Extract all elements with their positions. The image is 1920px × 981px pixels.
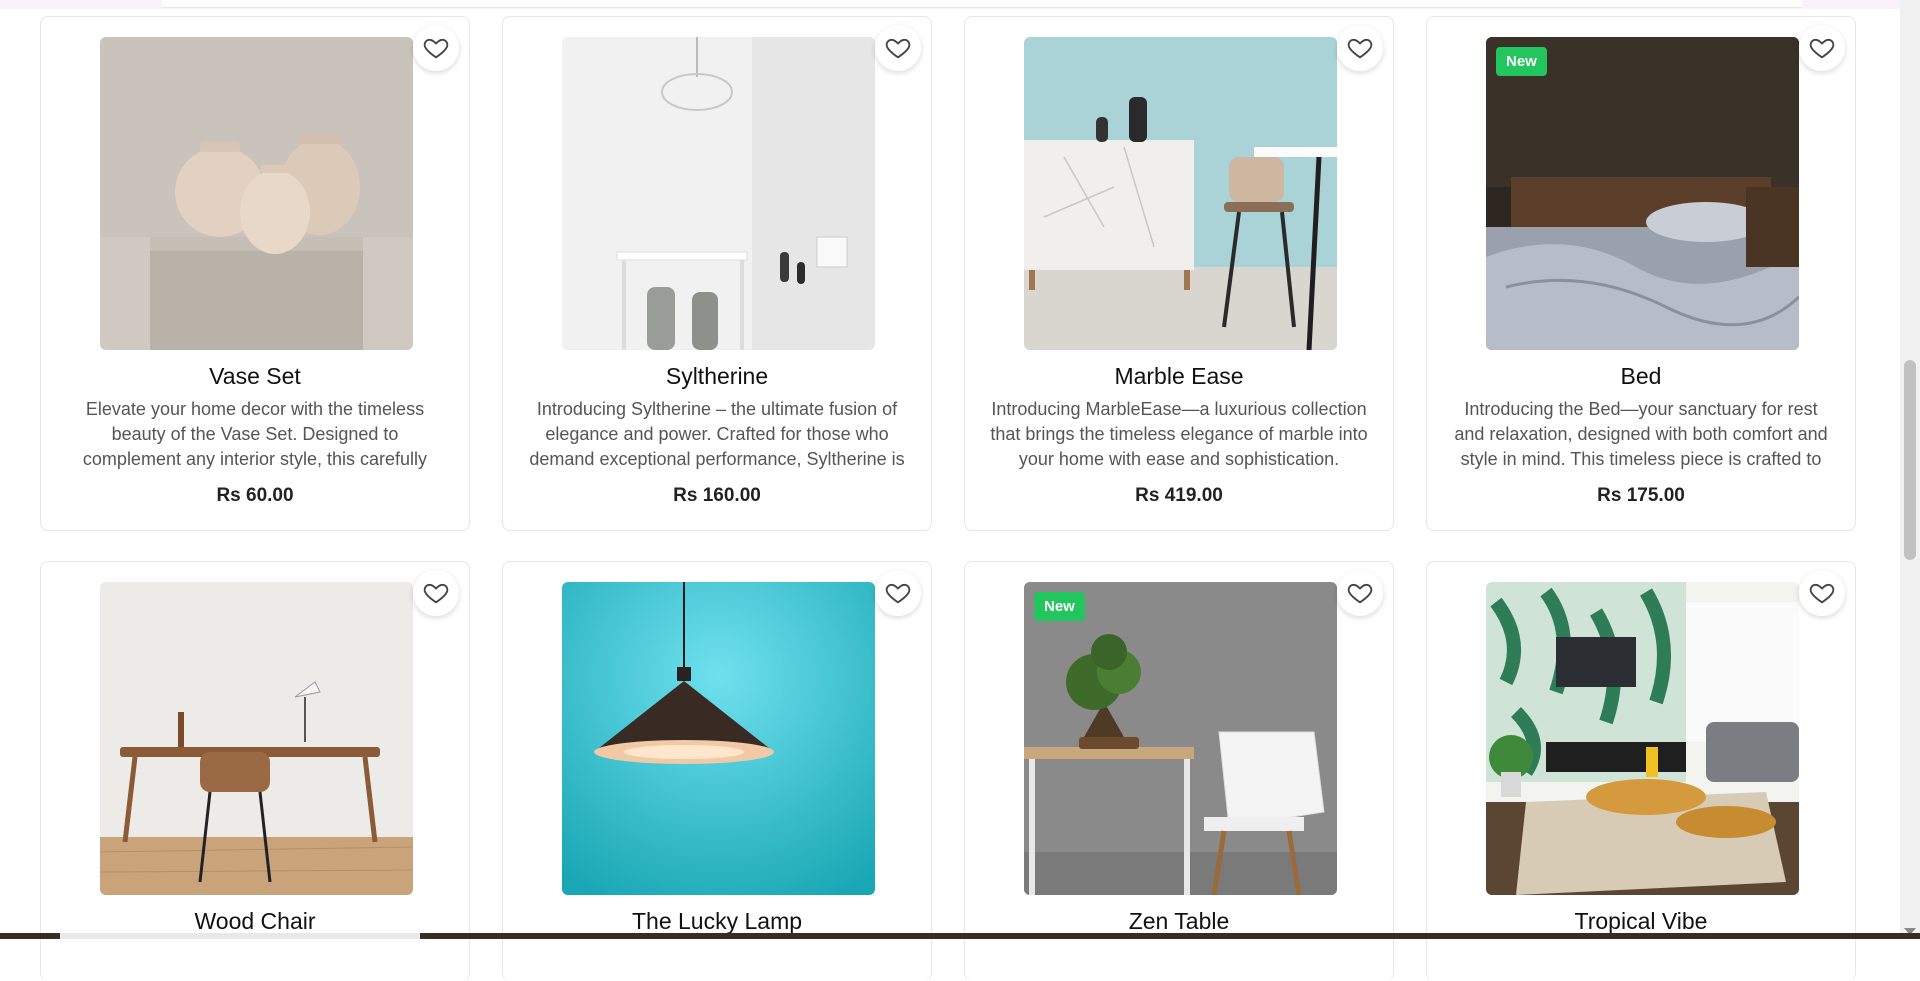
product-image-wood-chair[interactable] [100,582,413,895]
product-card[interactable]: Vase Set Elevate your home decor with th… [40,16,470,531]
product-title[interactable]: Vase Set [41,363,469,390]
product-price: Rs 60.00 [216,485,294,506]
wishlist-heart-icon[interactable] [875,570,921,616]
product-description: Introducing MarbleEase—a luxurious colle… [990,399,1368,469]
product-image-syltherine[interactable] [562,37,875,350]
wishlist-heart-icon[interactable] [1799,570,1845,616]
product-title[interactable]: The Lucky Lamp [503,908,931,935]
product-title[interactable]: Bed [1427,363,1855,390]
wishlist-heart-icon[interactable] [1337,25,1383,71]
wishlist-heart-icon[interactable] [1337,570,1383,616]
product-title[interactable]: Zen Table [965,908,1393,935]
product-card[interactable]: The Lucky Lamp [502,561,932,981]
product-grid: Vase Set Elevate your home decor with th… [0,0,1900,981]
product-price: Rs 175.00 [1597,485,1685,506]
product-title[interactable]: Syltherine [503,363,931,390]
product-description: Introducing Syltherine – the ultimate fu… [529,399,905,469]
product-card[interactable]: New Bed Introducing the Bed—your sanctua… [1426,16,1856,531]
wishlist-heart-icon[interactable] [413,570,459,616]
product-image-tropical-vibe[interactable] [1486,582,1799,895]
page-scrollbar[interactable] [1900,0,1920,939]
wishlist-heart-icon[interactable] [875,25,921,71]
product-description: Introducing the Bed—your sanctuary for r… [1454,399,1828,469]
product-card[interactable]: Wood Chair [40,561,470,981]
product-image-vase-set[interactable] [100,37,413,350]
wishlist-heart-icon[interactable] [1799,25,1845,71]
product-card[interactable]: Tropical Vibe [1426,561,1856,981]
product-price: Rs 419.00 [1135,485,1223,506]
scrollbar-thumb[interactable] [1904,360,1916,560]
taskbar-edge [0,933,1920,939]
product-title[interactable]: Marble Ease [965,363,1393,390]
product-description: Elevate your home decor with the timeles… [82,399,428,469]
new-badge: New [1034,592,1085,621]
product-title[interactable]: Tropical Vibe [1427,908,1855,935]
new-badge: New [1496,47,1547,76]
product-card[interactable]: Marble Ease Introducing MarbleEase—a lux… [964,16,1394,531]
product-price: Rs 160.00 [673,485,761,506]
product-card[interactable]: Syltherine Introducing Syltherine – the … [502,16,932,531]
wishlist-heart-icon[interactable] [413,25,459,71]
product-image-bed[interactable]: New [1486,37,1799,350]
product-title[interactable]: Wood Chair [41,908,469,935]
product-image-the-lucky-lamp[interactable] [562,582,875,895]
product-image-zen-table[interactable]: New [1024,582,1337,895]
product-card[interactable]: New Zen Table [964,561,1394,981]
product-image-marble-ease[interactable] [1024,37,1337,350]
